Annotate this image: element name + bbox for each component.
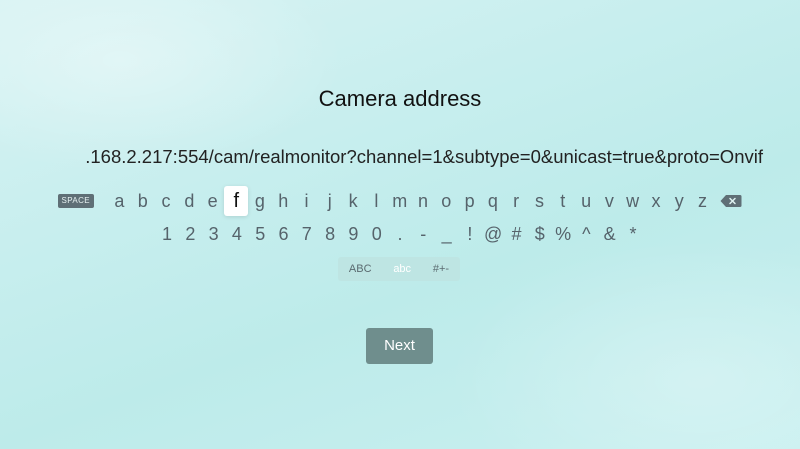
key-k[interactable]: k bbox=[341, 187, 364, 215]
key-v[interactable]: v bbox=[598, 187, 621, 215]
key-l[interactable]: l bbox=[365, 187, 388, 215]
key-z[interactable]: z bbox=[691, 187, 714, 215]
key-symbol[interactable]: @ bbox=[482, 220, 505, 248]
key-r[interactable]: r bbox=[505, 187, 528, 215]
mode-symbols[interactable]: #+- bbox=[433, 263, 449, 275]
key-symbol[interactable]: 6 bbox=[272, 220, 295, 248]
key-symbol[interactable]: 1 bbox=[155, 220, 178, 248]
backspace-icon[interactable] bbox=[720, 194, 742, 208]
key-u[interactable]: u bbox=[574, 187, 597, 215]
key-symbol[interactable]: 0 bbox=[365, 220, 388, 248]
key-y[interactable]: y bbox=[668, 187, 691, 215]
key-symbol[interactable]: ^ bbox=[575, 220, 598, 248]
key-symbol[interactable]: $ bbox=[528, 220, 551, 248]
keyboard-mode-selector: ABC abc #+- bbox=[338, 257, 460, 281]
key-d[interactable]: d bbox=[178, 187, 201, 215]
key-symbol[interactable]: 2 bbox=[179, 220, 202, 248]
mode-lowercase[interactable]: abc bbox=[393, 263, 411, 275]
key-o[interactable]: o bbox=[435, 187, 458, 215]
key-g[interactable]: g bbox=[248, 187, 271, 215]
key-symbol[interactable]: - bbox=[412, 220, 435, 248]
key-symbol[interactable]: ! bbox=[458, 220, 481, 248]
key-e[interactable]: e bbox=[201, 187, 224, 215]
key-symbol[interactable]: % bbox=[551, 220, 574, 248]
keyboard-symbol-row: 1 2 3 4 5 6 7 8 9 0. - _! @ # $% ^ & * bbox=[0, 220, 800, 248]
next-button[interactable]: Next bbox=[366, 328, 433, 364]
key-x[interactable]: x bbox=[644, 187, 667, 215]
key-b[interactable]: b bbox=[131, 187, 154, 215]
key-i[interactable]: i bbox=[295, 187, 318, 215]
key-symbol[interactable]: . bbox=[388, 220, 411, 248]
key-symbol[interactable]: * bbox=[621, 220, 644, 248]
key-h[interactable]: h bbox=[272, 187, 295, 215]
key-q[interactable]: q bbox=[481, 187, 504, 215]
key-symbol[interactable]: 4 bbox=[225, 220, 248, 248]
key-symbol[interactable]: _ bbox=[435, 220, 458, 248]
key-symbol[interactable]: 3 bbox=[202, 220, 225, 248]
key-symbol[interactable]: 7 bbox=[295, 220, 318, 248]
page-title: Camera address bbox=[318, 86, 482, 111]
key-n[interactable]: n bbox=[411, 187, 434, 215]
key-p[interactable]: p bbox=[458, 187, 481, 215]
key-w[interactable]: w bbox=[621, 187, 644, 215]
key-symbol[interactable]: 5 bbox=[249, 220, 272, 248]
key-c[interactable]: c bbox=[154, 187, 177, 215]
space-key[interactable]: SPACE bbox=[57, 194, 94, 208]
key-j[interactable]: j bbox=[318, 187, 341, 215]
key-m[interactable]: m bbox=[388, 187, 411, 215]
key-symbol[interactable]: 9 bbox=[342, 220, 365, 248]
mode-uppercase[interactable]: ABC bbox=[349, 263, 372, 275]
key-f[interactable]: f bbox=[224, 186, 249, 216]
symbol-keys: 1 2 3 4 5 6 7 8 9 0. - _! @ # $% ^ & * bbox=[155, 220, 644, 248]
camera-address-field[interactable]: .168.2.217:554/cam/realmonitor?channel=1… bbox=[0, 146, 800, 168]
key-symbol[interactable]: # bbox=[505, 220, 528, 248]
key-a[interactable]: a bbox=[108, 187, 131, 215]
key-symbol[interactable]: 8 bbox=[318, 220, 341, 248]
key-t[interactable]: t bbox=[551, 187, 574, 215]
key-symbol[interactable]: & bbox=[598, 220, 621, 248]
key-s[interactable]: s bbox=[528, 187, 551, 215]
letter-keys: abcdefghijklmnopqrstuvwxyz bbox=[108, 186, 714, 216]
keyboard-letter-row: SPACE abcdefghijklmnopqrstuvwxyz bbox=[0, 186, 800, 216]
